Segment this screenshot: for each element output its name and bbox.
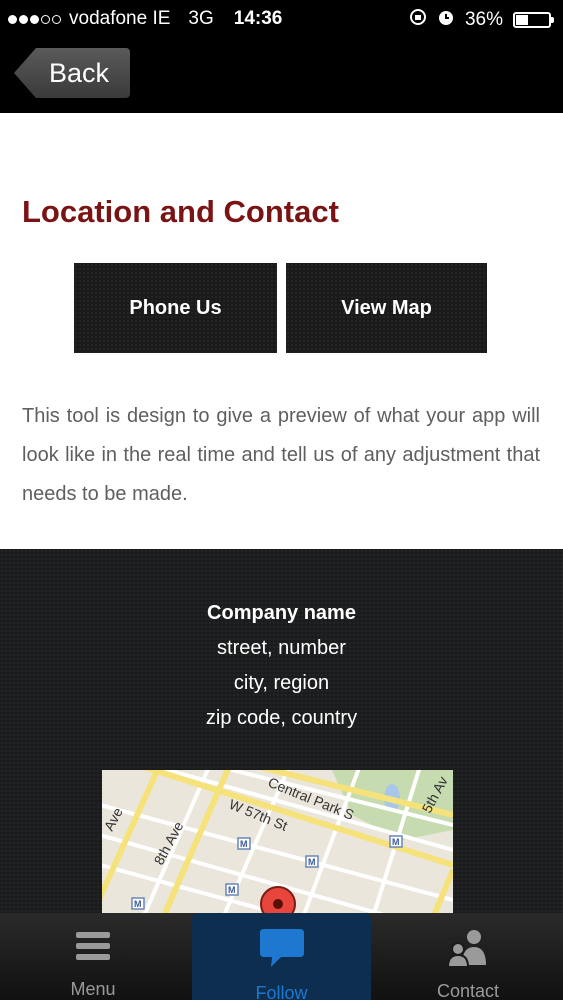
map-metro-label: M bbox=[228, 885, 236, 895]
map-metro-label: M bbox=[134, 899, 142, 909]
street-address: street, number bbox=[217, 637, 346, 659]
phone-us-button[interactable]: Phone Us bbox=[74, 263, 277, 353]
map-view[interactable]: Central Park S W 57th St 8th Ave 5th Av … bbox=[102, 770, 453, 914]
city-region: city, region bbox=[233, 672, 330, 694]
carrier-name: vodafone IE bbox=[69, 8, 171, 29]
back-button[interactable]: Back bbox=[14, 48, 130, 98]
chat-bubble-icon bbox=[259, 927, 305, 969]
view-map-label: View Map bbox=[341, 296, 432, 319]
description-text: This tool is design to give a preview of… bbox=[22, 405, 540, 505]
network-type: 3G bbox=[188, 8, 214, 29]
tab-follow[interactable]: Follow bbox=[192, 913, 371, 1003]
navigation-bar: Back bbox=[0, 38, 563, 113]
tab-menu[interactable]: Menu bbox=[8, 913, 178, 1000]
phone-us-label: Phone Us bbox=[129, 296, 222, 319]
tab-follow-label: Follow bbox=[255, 983, 308, 1003]
tab-contact[interactable]: Contact bbox=[383, 913, 553, 1001]
menu-icon bbox=[76, 927, 110, 965]
view-map-button[interactable]: View Map bbox=[286, 263, 487, 353]
status-bar: vodafone IE 3G 14:36 36% bbox=[0, 0, 563, 38]
alarm-icon bbox=[437, 8, 455, 32]
contact-icon bbox=[448, 927, 488, 967]
map-metro-label: M bbox=[240, 839, 248, 849]
zip-country: zip code, country bbox=[205, 707, 358, 729]
contact-section: Company name street, number city, region… bbox=[0, 549, 563, 914]
map-metro-label: M bbox=[392, 837, 400, 847]
tab-bar: Menu Follow Contact bbox=[0, 913, 563, 1003]
company-name: Company name bbox=[207, 602, 356, 624]
map-metro-label: M bbox=[308, 857, 316, 867]
battery-percentage: 36% bbox=[464, 9, 503, 30]
page-title: Location and Contact bbox=[22, 194, 339, 229]
rotation-lock-icon bbox=[409, 8, 427, 32]
tab-contact-label: Contact bbox=[436, 981, 500, 1001]
clock: 14:36 bbox=[233, 8, 283, 29]
battery-icon bbox=[513, 12, 554, 28]
tab-menu-label: Menu bbox=[70, 979, 116, 999]
address-block: Company name street, number city, region… bbox=[0, 599, 563, 739]
location-pin-icon bbox=[260, 886, 296, 914]
signal-strength-icon bbox=[8, 14, 61, 24]
back-button-label: Back bbox=[48, 57, 110, 88]
